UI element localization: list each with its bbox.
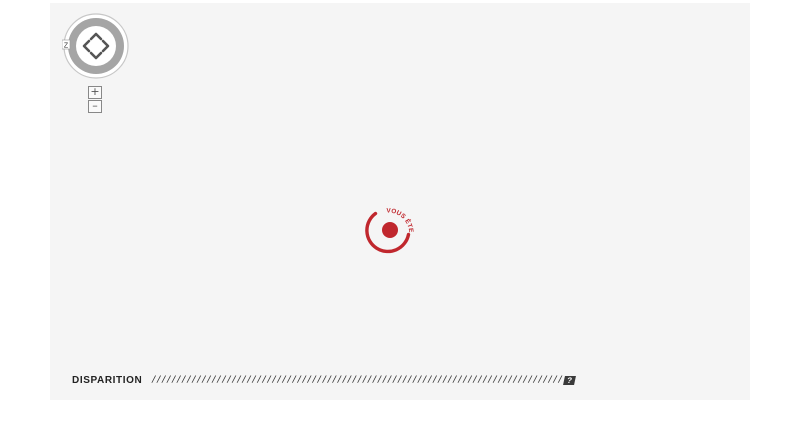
map-canvas[interactable] — [50, 3, 750, 400]
navigator-badge-label: Z — [64, 42, 69, 49]
zoom-out-button[interactable]: – — [88, 100, 102, 113]
disparition-progress: ////////////////////////////////////////… — [151, 375, 563, 385]
disparition-label: DISPARITION — [72, 374, 143, 386]
navigation-dial[interactable]: Z — [62, 12, 130, 80]
location-dot — [382, 222, 398, 238]
help-button[interactable]: ? — [562, 375, 576, 385]
location-marker: VOUS ÊTES ICI — [363, 203, 414, 254]
zoom-in-button[interactable]: + — [88, 86, 102, 99]
disparition-bar: DISPARITION ////////////////////////////… — [72, 373, 576, 387]
zoom-controls: + – — [88, 86, 102, 114]
